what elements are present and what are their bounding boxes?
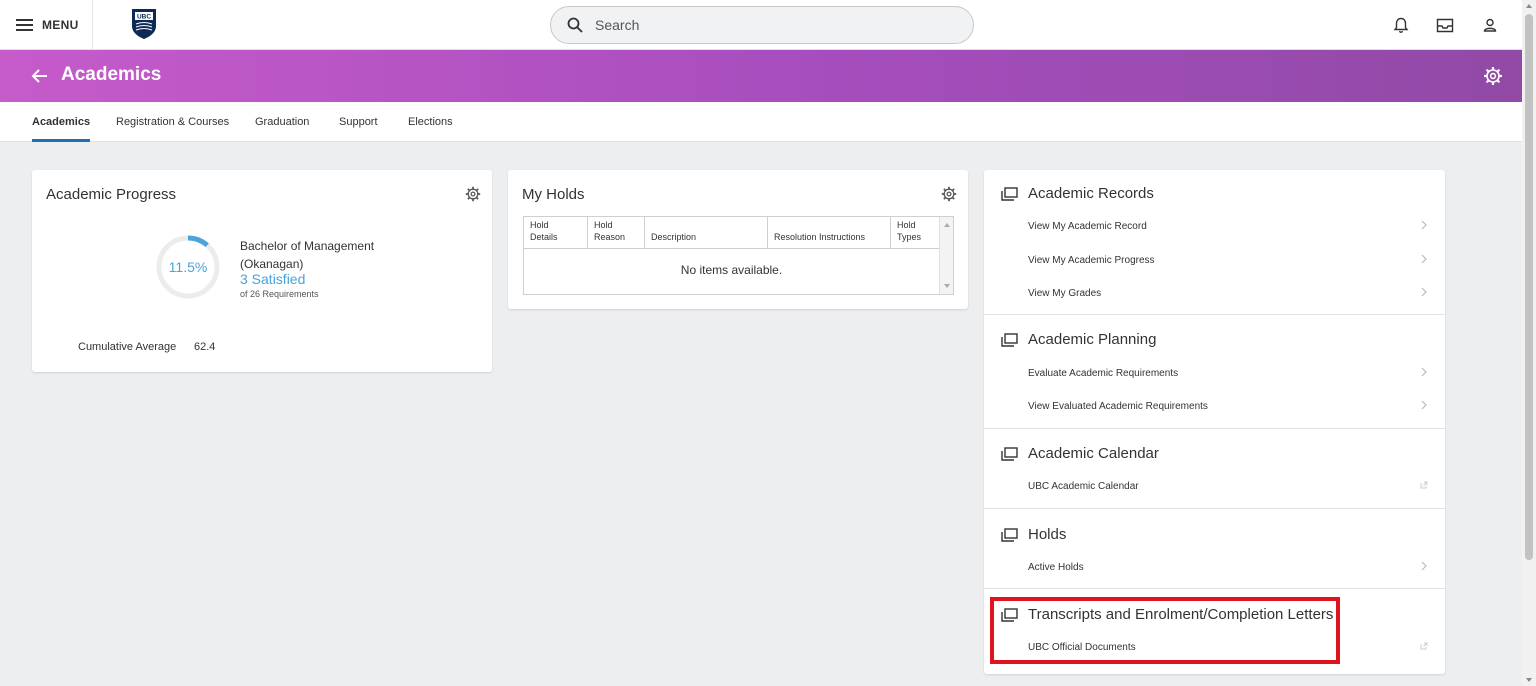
window-icon — [1001, 333, 1018, 347]
search-input[interactable] — [595, 17, 935, 33]
window-icon — [1001, 608, 1018, 622]
tab-elections[interactable]: Elections — [408, 102, 453, 142]
link-view-evaluated-requirements[interactable]: View Evaluated Academic Requirements — [1028, 396, 1428, 416]
chevron-right-icon — [1421, 254, 1427, 264]
section-title: Academic Planning — [1028, 331, 1157, 348]
chevron-right-icon — [1421, 367, 1427, 377]
column-header[interactable]: Description — [645, 217, 768, 248]
section-title: Academic Calendar — [1028, 445, 1159, 462]
menu-icon — [16, 19, 33, 31]
column-header[interactable]: Hold Details — [524, 217, 588, 248]
page-scrollbar[interactable] — [1522, 0, 1536, 686]
menu-button[interactable]: MENU — [0, 0, 93, 50]
window-icon — [1001, 528, 1018, 542]
link-label: UBC Official Documents — [1028, 641, 1136, 653]
link-ubc-official-documents[interactable]: UBC Official Documents — [1028, 637, 1428, 657]
link-ubc-academic-calendar[interactable]: UBC Academic Calendar — [1028, 476, 1428, 496]
scroll-up-icon[interactable] — [1526, 4, 1532, 8]
external-link-icon — [1420, 481, 1428, 489]
section-title: Holds — [1028, 526, 1067, 543]
search-bar[interactable] — [550, 6, 974, 44]
scrollbar-thumb[interactable] — [1525, 14, 1533, 560]
chevron-right-icon — [1421, 220, 1427, 230]
empty-message: No items available. — [680, 263, 783, 277]
inbox-button[interactable] — [1434, 14, 1456, 36]
top-bar: MENU UBC — [0, 0, 1522, 50]
academic-progress-card: Academic Progress 11.5% Bachelor of Mana… — [32, 170, 492, 372]
link-label: View My Academic Progress — [1028, 254, 1155, 266]
link-label: UBC Academic Calendar — [1028, 480, 1139, 492]
table-scrollbar[interactable] — [939, 217, 953, 294]
section-title: Academic Records — [1028, 185, 1154, 202]
search-icon — [567, 17, 583, 33]
scroll-down-icon[interactable] — [944, 284, 950, 288]
gear-icon[interactable] — [465, 186, 481, 202]
card-title: Academic Progress — [46, 186, 177, 203]
notifications-button[interactable] — [1390, 14, 1412, 36]
section-academic-records: Academic Records View My Academic Record… — [984, 170, 1445, 315]
tab-graduation[interactable]: Graduation — [255, 102, 309, 142]
scroll-up-icon[interactable] — [944, 223, 950, 227]
chevron-right-icon — [1421, 561, 1427, 571]
link-label: Active Holds — [1028, 561, 1084, 573]
link-view-academic-progress[interactable]: View My Academic Progress — [1028, 250, 1428, 270]
cumulative-average-label: Cumulative Average — [78, 341, 177, 353]
section-academic-calendar: Academic Calendar UBC Academic Calendar — [984, 429, 1445, 509]
tab-registration-courses[interactable]: Registration & Courses — [116, 102, 229, 142]
requirements-count: of 26 Requirements — [240, 289, 319, 299]
link-label: View Evaluated Academic Requirements — [1028, 400, 1208, 412]
holds-table: Hold Details Hold Reason Description Resol… — [523, 216, 954, 295]
degree-line-1: Bachelor of Management — [240, 239, 375, 253]
quick-links-panel: Academic Records View My Academic Record… — [984, 170, 1445, 674]
inbox-icon — [1436, 18, 1454, 32]
section-academic-planning: Academic Planning Evaluate Academic Requ… — [984, 315, 1445, 429]
section-holds: Holds Active Holds — [984, 509, 1445, 589]
scroll-down-icon[interactable] — [1526, 678, 1532, 682]
column-header[interactable]: Resolution Instructions — [768, 217, 891, 248]
column-header[interactable]: Hold Reason — [588, 217, 645, 248]
tab-support[interactable]: Support — [339, 102, 378, 142]
window-icon — [1001, 187, 1018, 201]
link-label: View My Academic Record — [1028, 220, 1147, 232]
user-icon — [1483, 18, 1497, 32]
menu-label: MENU — [42, 18, 79, 32]
external-link-icon — [1420, 642, 1428, 650]
window-icon — [1001, 447, 1018, 461]
cumulative-average-value: 62.4 — [194, 341, 216, 353]
link-evaluate-requirements[interactable]: Evaluate Academic Requirements — [1028, 363, 1428, 383]
my-holds-card: My Holds Hold Details Hold Reason Descript… — [508, 170, 968, 309]
back-arrow-icon[interactable] — [28, 65, 50, 87]
link-label: Evaluate Academic Requirements — [1028, 367, 1179, 379]
chevron-right-icon — [1421, 400, 1427, 410]
link-view-academic-record[interactable]: View My Academic Record — [1028, 216, 1428, 236]
gear-icon[interactable] — [941, 186, 957, 202]
column-header[interactable]: Hold Types — [891, 217, 939, 248]
tab-bar: Academics Registration & Courses Graduat… — [0, 102, 1522, 142]
table-header: Hold Details Hold Reason Description Resol… — [524, 217, 953, 249]
link-active-holds[interactable]: Active Holds — [1028, 557, 1428, 577]
section-transcripts: Transcripts and Enrolment/Completion Let… — [984, 589, 1445, 674]
satisfied-link[interactable]: 3 Satisfied — [240, 271, 305, 287]
page-banner: Academics — [0, 50, 1522, 102]
tab-academics[interactable]: Academics — [32, 102, 91, 142]
ubc-logo[interactable]: UBC — [131, 8, 157, 40]
gear-icon[interactable] — [1483, 66, 1503, 86]
card-title: My Holds — [522, 186, 585, 203]
progress-percent: 11.5% — [168, 259, 208, 275]
bell-icon — [1393, 17, 1409, 33]
profile-button[interactable] — [1479, 14, 1501, 36]
link-view-grades[interactable]: View My Grades — [1028, 283, 1428, 303]
link-label: View My Grades — [1028, 287, 1102, 299]
degree-name: Bachelor of Management (Okanagan) — [240, 237, 390, 273]
logo-text: UBC — [137, 14, 151, 21]
page-title: Academics — [61, 64, 162, 85]
chevron-right-icon — [1421, 287, 1427, 297]
section-title: Transcripts and Enrolment/Completion Let… — [1028, 606, 1334, 623]
